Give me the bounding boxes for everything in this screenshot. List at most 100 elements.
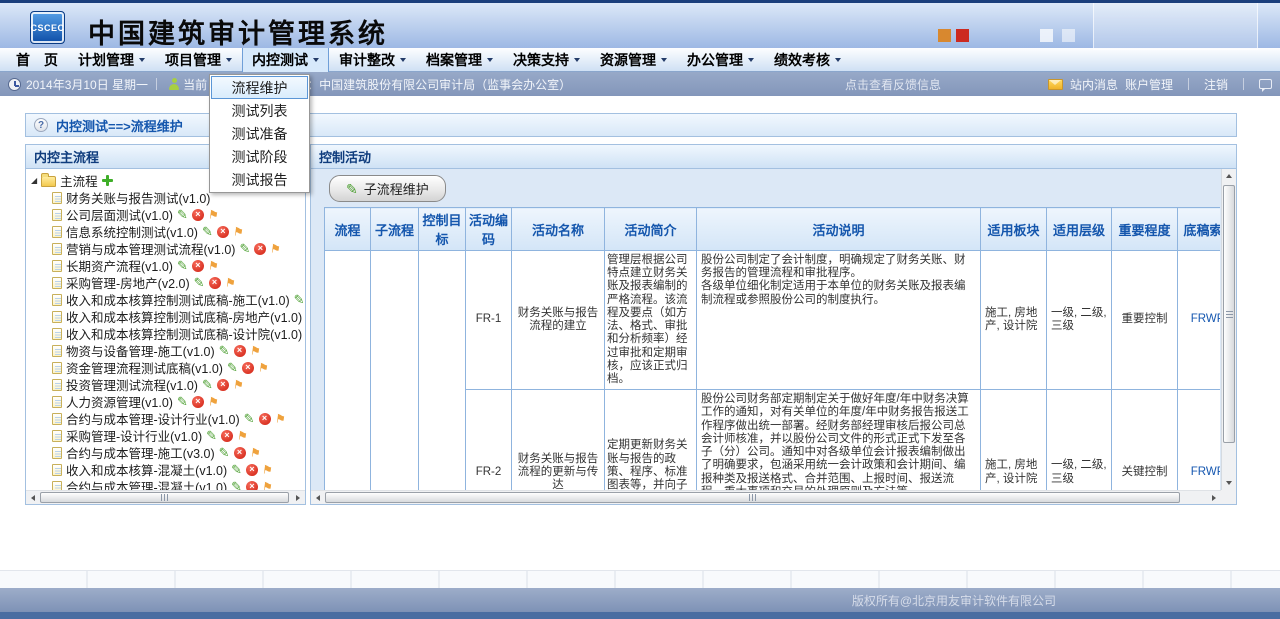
delete-icon[interactable]: × bbox=[192, 260, 204, 272]
flag-icon[interactable]: ⚑ bbox=[207, 395, 219, 408]
tree-item[interactable]: 信息系统控制测试(v1.0) ✎ × ⚑ bbox=[26, 223, 305, 240]
add-process-icon[interactable] bbox=[102, 175, 113, 186]
edit-pencil-icon[interactable]: ✎ bbox=[202, 378, 213, 391]
cell-draft-index-link[interactable]: FRWP- bbox=[1178, 390, 1221, 490]
flag-icon[interactable]: ⚑ bbox=[261, 480, 273, 490]
delete-icon[interactable]: × bbox=[246, 481, 258, 491]
delete-icon[interactable]: × bbox=[246, 464, 258, 476]
edit-pencil-icon[interactable]: ✎ bbox=[231, 480, 242, 490]
flag-icon[interactable]: ⚑ bbox=[270, 242, 282, 255]
edit-pencil-icon[interactable]: ✎ bbox=[231, 463, 242, 476]
scrollbar-thumb[interactable] bbox=[325, 492, 1180, 503]
flag-icon[interactable]: ⚑ bbox=[257, 361, 269, 374]
tree-item[interactable]: 收入和成本核算-混凝土(v1.0) ✎ × ⚑ bbox=[26, 461, 305, 478]
tree-item[interactable]: 物资与设备管理-施工(v1.0) ✎ × ⚑ bbox=[26, 342, 305, 359]
flag-icon[interactable]: ⚑ bbox=[249, 344, 261, 357]
main-menu-bar: 首 页 计划管理 项目管理 内控测试 审计整改 档案管理 决策支持 bbox=[0, 48, 1280, 72]
scrollbar-thumb[interactable] bbox=[1223, 185, 1235, 443]
flag-icon[interactable]: ⚑ bbox=[207, 259, 219, 272]
menu-item[interactable]: 办公管理 bbox=[677, 47, 764, 73]
delete-icon[interactable]: × bbox=[209, 277, 221, 289]
expand-collapse-icon[interactable]: ◢ bbox=[31, 177, 37, 185]
edit-pencil-icon[interactable]: ✎ bbox=[219, 446, 230, 459]
tree-item[interactable]: 收入和成本核算控制测试底稿-施工(v1.0) ✎ bbox=[26, 291, 305, 308]
help-icon[interactable]: ? bbox=[34, 118, 48, 132]
tree-item[interactable]: 人力资源管理(v1.0) ✎ × ⚑ bbox=[26, 393, 305, 410]
scroll-down-arrow[interactable] bbox=[1222, 476, 1236, 490]
menu-item[interactable]: 绩效考核 bbox=[764, 47, 851, 73]
tree-item[interactable]: 采购管理-设计行业(v1.0) ✎ × ⚑ bbox=[26, 427, 305, 444]
tree-item[interactable]: 长期资产流程(v1.0) ✎ × ⚑ bbox=[26, 257, 305, 274]
tree-item[interactable]: 收入和成本核算控制测试底稿-房地产(v1.0) ✎ bbox=[26, 308, 305, 325]
delete-icon[interactable]: × bbox=[217, 379, 229, 391]
dropdown-menu-item[interactable]: 测试报告 bbox=[211, 168, 308, 191]
tree-item[interactable]: 营销与成本管理测试流程(v1.0) ✎ × ⚑ bbox=[26, 240, 305, 257]
scroll-right-arrow[interactable] bbox=[291, 491, 305, 504]
dropdown-menu-item[interactable]: 测试阶段 bbox=[211, 145, 308, 168]
delete-icon[interactable]: × bbox=[242, 362, 254, 374]
flag-icon[interactable]: ⚑ bbox=[224, 276, 236, 289]
delete-icon[interactable]: × bbox=[259, 413, 271, 425]
dropdown-menu-item[interactable]: 流程维护 bbox=[211, 76, 308, 99]
right-panel-title: 控制活动 bbox=[311, 145, 1236, 169]
flag-icon[interactable]: ⚑ bbox=[207, 208, 219, 221]
edit-pencil-icon[interactable]: ✎ bbox=[244, 412, 255, 425]
tree-item[interactable]: 公司层面测试(v1.0) ✎ × ⚑ bbox=[26, 206, 305, 223]
tree-item[interactable]: 合约与成本管理-设计行业(v1.0) ✎ × ⚑ bbox=[26, 410, 305, 427]
tree-item[interactable]: 合约与成本管理-施工(v3.0) ✎ × ⚑ bbox=[26, 444, 305, 461]
delete-icon[interactable]: × bbox=[254, 243, 266, 255]
scroll-right-arrow[interactable] bbox=[1207, 491, 1221, 504]
tree-item[interactable]: 投资管理测试流程(v1.0) ✎ × ⚑ bbox=[26, 376, 305, 393]
logout-link[interactable]: 注销 bbox=[1204, 76, 1228, 93]
scroll-left-arrow[interactable] bbox=[311, 491, 325, 504]
edit-pencil-icon[interactable]: ✎ bbox=[177, 395, 188, 408]
edit-pencil-icon[interactable]: ✎ bbox=[294, 293, 305, 306]
delete-icon[interactable]: × bbox=[217, 226, 229, 238]
right-vertical-scrollbar[interactable] bbox=[1221, 169, 1236, 490]
edit-pencil-icon[interactable]: ✎ bbox=[202, 225, 213, 238]
scroll-left-arrow[interactable] bbox=[26, 491, 40, 504]
right-horizontal-scrollbar[interactable] bbox=[311, 490, 1221, 504]
menu-item[interactable]: 决策支持 bbox=[503, 47, 590, 73]
delete-icon[interactable]: × bbox=[234, 345, 246, 357]
cell-draft-index-link[interactable]: FRWP- bbox=[1178, 251, 1221, 390]
flag-icon[interactable]: ⚑ bbox=[236, 429, 248, 442]
scroll-up-arrow[interactable] bbox=[1222, 169, 1236, 183]
edit-pencil-icon[interactable]: ✎ bbox=[219, 344, 230, 357]
menu-item[interactable]: 资源管理 bbox=[590, 47, 677, 73]
account-management-link[interactable]: 账户管理 bbox=[1125, 76, 1173, 93]
left-horizontal-scrollbar[interactable] bbox=[26, 490, 305, 504]
edit-pencil-icon[interactable]: ✎ bbox=[194, 276, 205, 289]
edit-pencil-icon[interactable]: ✎ bbox=[239, 242, 250, 255]
table-row[interactable]: FR101 FR-1 财务关账与报告流程的建立 管理层根据公司特点建立财务关账及… bbox=[325, 251, 1221, 390]
subprocess-maintain-button[interactable]: ✎ 子流程维护 bbox=[329, 175, 446, 202]
menu-item[interactable]: 首 页 bbox=[6, 47, 68, 73]
site-messages-link[interactable]: 站内消息 bbox=[1070, 76, 1118, 93]
edit-pencil-icon[interactable]: ✎ bbox=[227, 361, 238, 374]
tree-item[interactable]: 收入和成本核算控制测试底稿-设计院(v1.0) ✎ bbox=[26, 325, 305, 342]
tree-item[interactable]: 合约与成本管理-混凝土(v1.0) ✎ × ⚑ bbox=[26, 478, 305, 490]
flag-icon[interactable]: ⚑ bbox=[232, 378, 244, 391]
delete-icon[interactable]: × bbox=[221, 430, 233, 442]
scrollbar-thumb[interactable] bbox=[40, 492, 289, 503]
edit-pencil-icon[interactable]: ✎ bbox=[177, 259, 188, 272]
edit-pencil-icon[interactable]: ✎ bbox=[177, 208, 188, 221]
tree-item[interactable]: 资金管理流程测试底稿(v1.0) ✎ × ⚑ bbox=[26, 359, 305, 376]
flag-icon[interactable]: ⚑ bbox=[249, 446, 261, 459]
tree-item[interactable]: 采购管理-房地产(v2.0) ✎ × ⚑ bbox=[26, 274, 305, 291]
dropdown-menu-item[interactable]: 测试列表 bbox=[211, 99, 308, 122]
delete-icon[interactable]: × bbox=[234, 447, 246, 459]
menu-item[interactable]: 档案管理 bbox=[416, 47, 503, 73]
delete-icon[interactable]: × bbox=[192, 209, 204, 221]
tree-item-label: 收入和成本核算-混凝土(v1.0) bbox=[66, 461, 227, 478]
dropdown-menu-item[interactable]: 测试准备 bbox=[211, 122, 308, 145]
chat-bubble-icon[interactable] bbox=[1259, 79, 1272, 89]
delete-icon[interactable]: × bbox=[192, 396, 204, 408]
flag-icon[interactable]: ⚑ bbox=[274, 412, 286, 425]
flag-icon[interactable]: ⚑ bbox=[261, 463, 273, 476]
document-icon bbox=[52, 413, 62, 425]
feedback-link[interactable]: 点击查看反馈信息 bbox=[845, 76, 941, 93]
edit-pencil-icon[interactable]: ✎ bbox=[206, 429, 217, 442]
flag-icon[interactable]: ⚑ bbox=[232, 225, 244, 238]
tree-item-label: 人力资源管理(v1.0) bbox=[66, 393, 173, 410]
